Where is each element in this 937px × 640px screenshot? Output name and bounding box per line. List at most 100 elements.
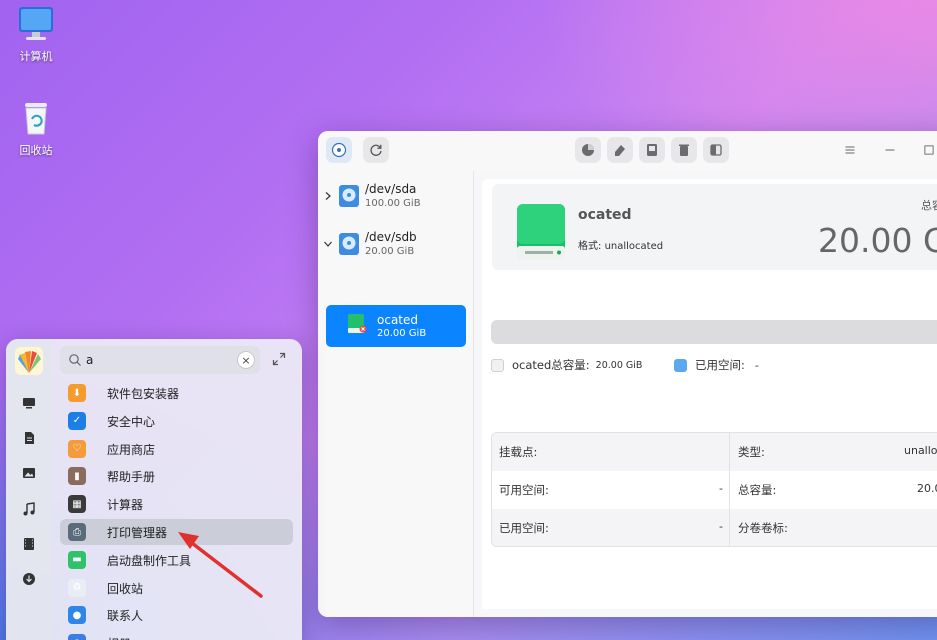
disk-name: /dev/sda [365,182,417,196]
app-label: 计算器 [107,498,144,513]
app-label: 联系人 [107,609,144,624]
app-icon: ● [68,606,86,625]
app-label: 打印管理器 [107,526,168,540]
launcher-logo-icon[interactable] [15,347,43,375]
minimize-button[interactable] [882,142,898,158]
delete-icon [679,144,689,156]
app-logo-icon [331,142,347,158]
app-item[interactable]: ⎙ 打印管理器 [60,519,293,545]
app-item[interactable]: ⬇ 软件包安装器 [60,380,293,406]
menu-button[interactable] [842,142,858,158]
mount-point-label: 挂载点: [499,445,538,459]
search-input[interactable] [86,350,226,370]
app-icon: ◉ [68,634,86,640]
refresh-icon [370,144,382,156]
app-icon: ♻ [68,578,86,597]
refresh-button[interactable] [363,137,389,163]
disk-icon [339,185,359,207]
wipe-button[interactable] [607,137,633,163]
search-icon [69,354,81,366]
clear-search-icon[interactable]: × [237,351,255,369]
mount-button[interactable] [639,137,665,163]
document-icon[interactable] [21,430,37,446]
legend-used-swatch [674,358,687,372]
app-icon: ▮ [68,467,86,486]
picture-icon[interactable] [21,465,37,481]
launcher-search[interactable]: × [60,346,260,374]
partition-info-table: 挂载点: 类型: unalloc 可用空间: - 总容量: 20.0 已用空间:… [491,432,937,547]
app-icon: ♡ [68,439,86,458]
app-item[interactable]: ♻ 回收站 [60,575,293,601]
titlebar [318,131,937,171]
app-label: 安全中心 [107,414,156,429]
maximize-button[interactable] [921,142,937,158]
desktop-trash-icon[interactable]: 回收站 [4,98,68,158]
app-icon: ✓ [68,411,86,430]
app-logo-button[interactable] [326,137,352,163]
detail-panel: ocated 格式: unallocated 总容 20.00 Gi ocate… [482,179,937,609]
capacity-value: 20.00 Gi [818,221,937,260]
partition-icon [582,144,594,156]
volume-label-label: 分卷卷标: [738,521,788,535]
chevron-down-icon[interactable] [323,239,333,249]
app-item[interactable]: ✓ 安全中心 [60,408,293,434]
legend-total-label: ocated总容量: [512,358,590,372]
table-divider [729,433,730,546]
app-item[interactable]: ▦ 计算器 [60,491,293,517]
partition-size: 20.00 GiB [377,328,427,339]
app-label: 应用商店 [107,442,156,457]
summary-name: ocated [578,207,632,223]
summary-format: 格式: unallocated [578,237,663,252]
app-label: 启动盘制作工具 [107,553,192,568]
app-item[interactable]: ◉ 相册 [60,630,293,640]
desktop-computer-label: 计算机 [19,50,53,63]
app-item[interactable]: ♡ 应用商店 [60,436,293,462]
info-row: 可用空间: - 总容量: 20.0 [492,471,937,509]
app-item[interactable]: ▬ 启动盘制作工具 [60,547,293,573]
computer-icon[interactable] [21,395,37,411]
info-row: 已用空间: - 分卷卷标: [492,509,937,546]
app-label: 帮助手册 [107,470,156,485]
app-icon: ⬇ [68,384,86,402]
format-value: unallocated [604,241,664,252]
legend-used-value: - [754,358,759,372]
minimize-icon [885,149,895,151]
partition-summary: ocated 格式: unallocated 总容 20.00 Gi [492,184,937,270]
legend-used-label: 已用空间: [695,358,745,372]
mount-icon [647,144,657,156]
partition-button[interactable] [575,137,601,163]
disk-icon [339,233,359,255]
app-item[interactable]: ● 联系人 [60,602,293,628]
free-space-value: - [719,482,723,495]
fullscreen-icon[interactable] [272,352,286,366]
chevron-right-icon[interactable] [323,191,333,201]
disk-item-sda[interactable]: /dev/sda 100.00 GiB [318,181,474,221]
app-label: 回收站 [107,581,144,596]
type-value: unalloc [904,444,937,457]
disk-item-sdb[interactable]: /dev/sdb 20.00 GiB [318,229,474,269]
delete-button[interactable] [671,137,697,163]
app-item[interactable]: ▮ 帮助手册 [60,463,293,489]
partition-item-selected[interactable]: ocated 20.00 GiB [326,305,466,347]
disk-size: 100.00 GiB [365,198,421,209]
desktop-computer-icon[interactable]: 计算机 [4,4,68,64]
video-icon[interactable] [21,536,37,552]
disk-size: 20.00 GiB [365,246,415,257]
legend-total: ocated总容量: 20.00 GiB [491,357,642,373]
download-icon[interactable] [21,571,37,587]
type-label: 类型: [738,445,765,459]
format-label: 格式: [578,241,602,252]
launcher-category-bar [6,339,52,640]
disk-sidebar: /dev/sda 100.00 GiB /dev/sdb 20.00 GiB o… [318,171,474,617]
split-button[interactable] [703,137,729,163]
partition-name: ocated [377,313,418,327]
app-launcher: × ⬇ 软件包安装器 ✓ 安全中心 ♡ 应用商店 ▮ 帮助手册 ▦ 计算器 ⎙ 打印管理器 ▬ 启动盘制作… [6,339,302,640]
large-drive-icon [517,204,565,260]
capacity-label: 总容 [921,199,937,212]
music-icon[interactable] [21,501,37,517]
legend-used: 已用空间: - [674,357,759,373]
total-capacity-value: 20.0 [917,482,937,495]
monitor-icon [19,7,53,40]
partition-drive-icon [348,314,367,333]
app-label: 软件包安装器 [107,387,180,401]
